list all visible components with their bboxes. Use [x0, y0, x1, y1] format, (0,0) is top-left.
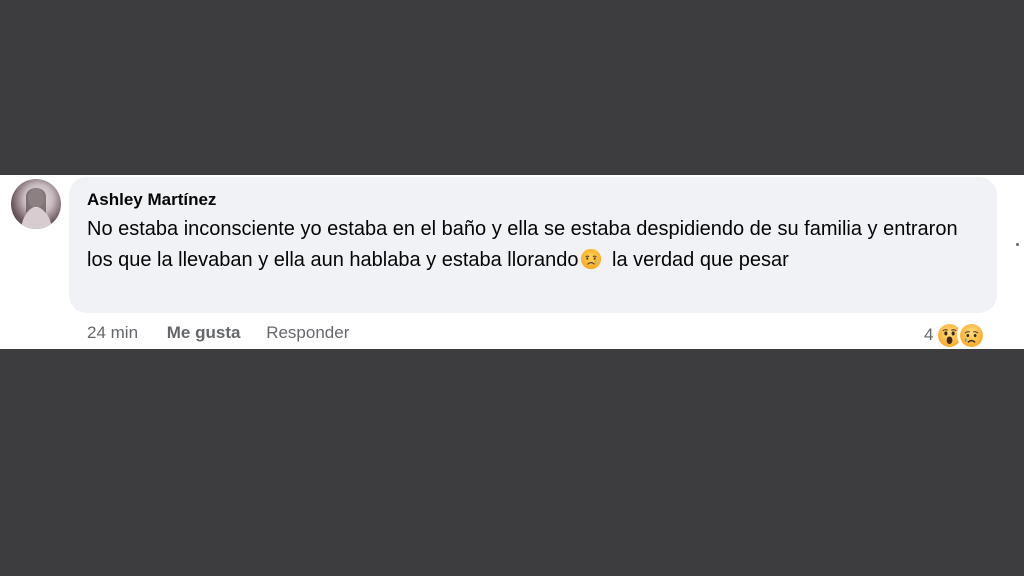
screenshot-stage: Ashley Martínez No estaba inconsciente y… [0, 0, 1024, 576]
comment-actions: 24 min Me gusta Responder [87, 323, 370, 345]
avatar[interactable] [11, 179, 61, 229]
comment-author[interactable]: Ashley Martínez [87, 190, 216, 210]
reaction-count: 4 [924, 325, 934, 344]
like-button[interactable]: Me gusta [167, 323, 241, 343]
reactions-summary[interactable]: 4 [924, 320, 986, 350]
comment-bubble: Ashley Martínez No estaba inconsciente y… [69, 177, 997, 313]
more-options-dot[interactable] [1016, 243, 1019, 246]
comment-row: Ashley Martínez No estaba inconsciente y… [0, 175, 1024, 349]
comment-timestamp[interactable]: 24 min [87, 323, 138, 343]
comment-text-part-1: No estaba inconsciente yo estaba en el b… [87, 218, 958, 271]
comment-text: No estaba inconsciente yo estaba en el b… [87, 214, 982, 276]
sad-reaction-icon [957, 321, 986, 349]
crying-face-icon [580, 248, 602, 270]
profile-photo-icon [21, 188, 52, 229]
reply-button[interactable]: Responder [266, 323, 349, 343]
comment-text-part-2: la verdad que pesar [612, 249, 789, 271]
